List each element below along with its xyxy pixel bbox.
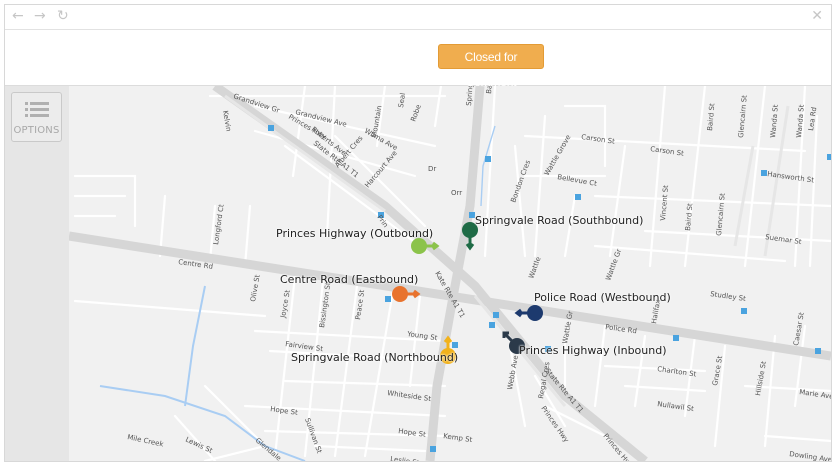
street-label: Dr — [428, 165, 436, 173]
status-button[interactable]: Closed for Comment — [438, 44, 544, 89]
pin-label-princes-in[interactable]: Princes Highway (Inbound) — [519, 344, 667, 357]
options-label: OPTIONS — [13, 125, 60, 136]
back-arrow-icon[interactable]: ← — [12, 8, 24, 24]
page-header: Closed for Comment — [5, 30, 831, 89]
pin-label-springvale-south[interactable]: Springvale Road (Southbound) — [475, 214, 643, 227]
marker-circle — [527, 305, 543, 321]
app-frame: ← → ↻ ✕ Closed for Comment Kelvin Grandv… — [4, 4, 832, 462]
refresh-icon[interactable]: ↻ — [57, 8, 69, 24]
browser-toolbar: ← → ↻ ✕ — [5, 5, 831, 30]
pin-label-police-west[interactable]: Police Road (Westbound) — [534, 291, 671, 304]
options-button[interactable]: OPTIONS — [11, 92, 62, 142]
list-icon — [25, 102, 49, 117]
pin-label-springvale-north[interactable]: Springvale Road (Northbound) — [291, 351, 458, 364]
pin-label-centre-east[interactable]: Centre Road (Eastbound) — [280, 273, 418, 286]
marker-circle — [411, 238, 427, 254]
forward-arrow-icon[interactable]: → — [34, 8, 46, 24]
street-label: Orr — [451, 189, 462, 197]
map-sidebar: OPTIONS — [5, 86, 69, 461]
close-icon[interactable]: ✕ — [811, 8, 823, 24]
marker-circle — [392, 286, 408, 302]
pin-label-princes-out[interactable]: Princes Highway (Outbound) — [276, 227, 433, 240]
map-view[interactable]: KelvinGrandview GrGrandview AveSealSprin… — [5, 86, 831, 461]
